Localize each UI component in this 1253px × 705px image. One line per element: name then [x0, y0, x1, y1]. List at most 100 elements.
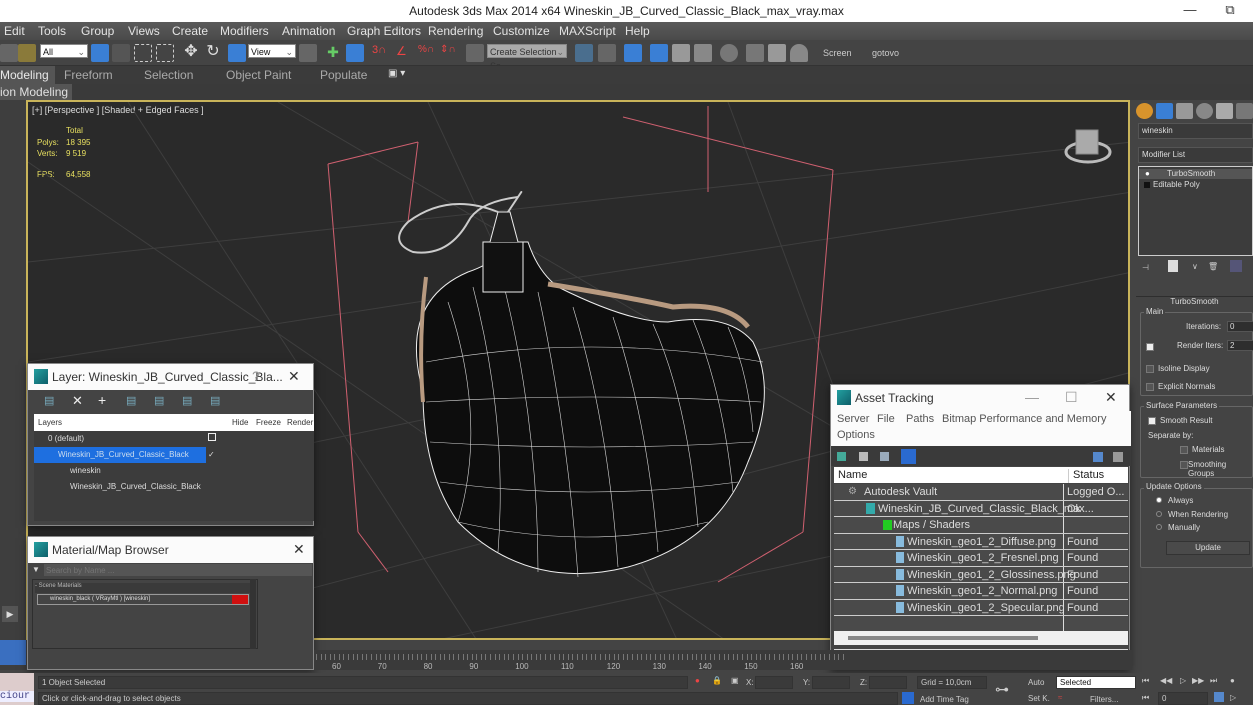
- asset-row[interactable]: Wineskin_geo1_2_Glossiness.png Found: [834, 567, 1128, 583]
- select-object-icon[interactable]: [91, 44, 109, 62]
- layer-row[interactable]: Wineskin_JB_Curved_Classic_Black: [34, 479, 314, 495]
- layer-row[interactable]: 0 (default): [34, 431, 314, 447]
- layer-row[interactable]: wineskin: [34, 463, 314, 479]
- edit-named-selection-icon[interactable]: [466, 44, 484, 62]
- align-icon[interactable]: [598, 44, 616, 62]
- bind-space-warp-icon[interactable]: [18, 44, 36, 62]
- restore-icon[interactable]: ⧉: [1215, 2, 1245, 20]
- help-icon[interactable]: [1093, 452, 1103, 462]
- maxscript-listener-panel[interactable]: [0, 640, 26, 665]
- keyboard-shortcut-override-icon[interactable]: [346, 44, 364, 62]
- menu-group[interactable]: Group: [81, 24, 114, 38]
- current-frame-field[interactable]: 0: [1158, 692, 1208, 705]
- play-animation-icon[interactable]: ▷: [1180, 676, 1186, 685]
- set-key-icon[interactable]: ⊶: [995, 681, 1009, 698]
- render-production-icon[interactable]: [790, 44, 808, 62]
- modify-tab-icon[interactable]: [1156, 103, 1173, 119]
- isoline-display-checkbox[interactable]: [1146, 365, 1154, 373]
- display-tab-icon[interactable]: [1216, 103, 1233, 119]
- update-always-radio[interactable]: [1156, 497, 1162, 503]
- pivot-center-icon[interactable]: [299, 44, 317, 62]
- highlight-selected-layer-icon[interactable]: ▤: [154, 394, 164, 407]
- select-by-name-icon[interactable]: [112, 44, 130, 62]
- table-view-icon[interactable]: [880, 452, 889, 461]
- make-unique-icon[interactable]: ∨: [1192, 262, 1198, 271]
- current-layer-checkbox[interactable]: [208, 433, 216, 441]
- mirror-icon[interactable]: [575, 44, 593, 62]
- menu-file[interactable]: File: [877, 413, 895, 425]
- column-hide[interactable]: Hide: [232, 418, 248, 427]
- material-list-scrollbar[interactable]: [250, 579, 256, 649]
- material-item[interactable]: wineskin_black ( VRayMtl ) [wineskin]: [37, 594, 249, 605]
- ribbon-toggle-icon[interactable]: [650, 44, 668, 62]
- ribbon-tab-populate[interactable]: Populate: [320, 68, 367, 82]
- y-coordinate-field[interactable]: [812, 676, 850, 689]
- time-tag-icon[interactable]: [902, 692, 914, 704]
- render-setup-icon[interactable]: [746, 44, 764, 62]
- materials-checkbox[interactable]: [1180, 446, 1188, 454]
- menu-tools[interactable]: Tools: [38, 24, 66, 38]
- column-layers[interactable]: Layers: [38, 418, 62, 427]
- next-frame-icon[interactable]: ▶▶: [1192, 676, 1204, 685]
- time-configuration-icon[interactable]: [1214, 692, 1224, 702]
- scene-materials-group[interactable]: - Scene Materials: [35, 583, 255, 593]
- freeze-all-layers-icon[interactable]: ▤: [210, 394, 220, 407]
- ribbon-tab-object-paint[interactable]: Object Paint: [226, 68, 291, 82]
- update-when-rendering-radio[interactable]: [1156, 511, 1162, 517]
- material-browser-titlebar[interactable]: Material/Map Browser ✕: [28, 537, 313, 563]
- ribbon-tab-modeling[interactable]: Modeling: [0, 66, 55, 84]
- schematic-view-icon[interactable]: [694, 44, 712, 62]
- rotate-icon[interactable]: ↻: [204, 44, 222, 62]
- menu-rendering[interactable]: Rendering: [428, 24, 483, 38]
- list-view-icon[interactable]: [859, 452, 868, 461]
- menu-edit[interactable]: Edit: [4, 24, 25, 38]
- go-to-start-icon[interactable]: ⏮: [1142, 676, 1149, 686]
- material-editor-icon[interactable]: [720, 44, 738, 62]
- asset-tracking-titlebar[interactable]: Asset Tracking — ☐ ✕: [831, 385, 1129, 411]
- angle-snap-icon[interactable]: ∠: [396, 44, 414, 62]
- utilities-tab-icon[interactable]: [1236, 103, 1253, 119]
- show-end-result-icon[interactable]: [1168, 260, 1178, 272]
- ribbon-tab-freeform[interactable]: Freeform: [64, 68, 113, 82]
- asset-row[interactable]: ⚙ Autodesk Vault Logged O...: [834, 484, 1128, 501]
- timeline-track[interactable]: 60 70 80 90 100 110 120 130 140 150 160: [314, 650, 1132, 671]
- light-bulb-icon[interactable]: ●: [1145, 169, 1150, 178]
- set-key-button[interactable]: Set K.: [1028, 694, 1050, 703]
- remove-modifier-icon[interactable]: 🗑: [1208, 262, 1218, 271]
- render-iters-checkbox[interactable]: [1146, 343, 1154, 351]
- asset-row[interactable]: Wineskin_geo1_2_Diffuse.png Found: [834, 534, 1128, 550]
- create-new-layer-icon[interactable]: ▤: [44, 394, 54, 407]
- x-coordinate-field[interactable]: [755, 676, 793, 689]
- column-name[interactable]: Name: [838, 469, 867, 481]
- curve-editor-icon[interactable]: [672, 44, 690, 62]
- refresh-icon[interactable]: [837, 452, 846, 461]
- maxscript-mini-listener[interactable]: ciour: [0, 673, 34, 705]
- iterations-spinner[interactable]: 0: [1227, 321, 1253, 332]
- column-status[interactable]: Status: [1068, 469, 1104, 483]
- menu-customize[interactable]: Customize: [493, 24, 550, 38]
- absolute-mode-icon[interactable]: ▣: [731, 676, 739, 685]
- asset-row[interactable]: Wineskin_geo1_2_Specular.png Found: [834, 600, 1128, 616]
- asset-row[interactable]: Wineskin_geo1_2_Normal.png Found: [834, 583, 1128, 600]
- menu-graph-editors[interactable]: Graph Editors: [347, 24, 421, 38]
- close-icon[interactable]: ✕: [288, 368, 300, 385]
- asset-row[interactable]: Maps / Shaders: [834, 517, 1128, 534]
- auto-key-button[interactable]: Auto: [1028, 678, 1044, 687]
- current-layer-check-icon[interactable]: ✓: [208, 450, 215, 459]
- minimize-icon[interactable]: —: [1175, 2, 1205, 20]
- material-search-input[interactable]: [44, 564, 312, 576]
- selection-lock-icon[interactable]: 🔒: [712, 676, 722, 685]
- close-icon[interactable]: ✕: [1105, 389, 1117, 406]
- create-tab-icon[interactable]: [1136, 103, 1153, 119]
- select-manipulate-icon[interactable]: ✚: [324, 44, 342, 62]
- menu-views[interactable]: Views: [128, 24, 160, 38]
- viewcube[interactable]: [1064, 129, 1112, 164]
- move-icon[interactable]: ✥: [182, 44, 200, 62]
- column-freeze[interactable]: Freeze: [256, 418, 281, 427]
- go-to-end-icon[interactable]: ⏭: [1210, 676, 1217, 686]
- key-mode-toggle-icon[interactable]: ⏮: [1142, 693, 1149, 703]
- horizontal-scrollbar[interactable]: [834, 631, 1128, 645]
- menu-help[interactable]: Help: [625, 24, 650, 38]
- menu-modifiers[interactable]: Modifiers: [220, 24, 269, 38]
- update-button[interactable]: Update: [1166, 541, 1250, 555]
